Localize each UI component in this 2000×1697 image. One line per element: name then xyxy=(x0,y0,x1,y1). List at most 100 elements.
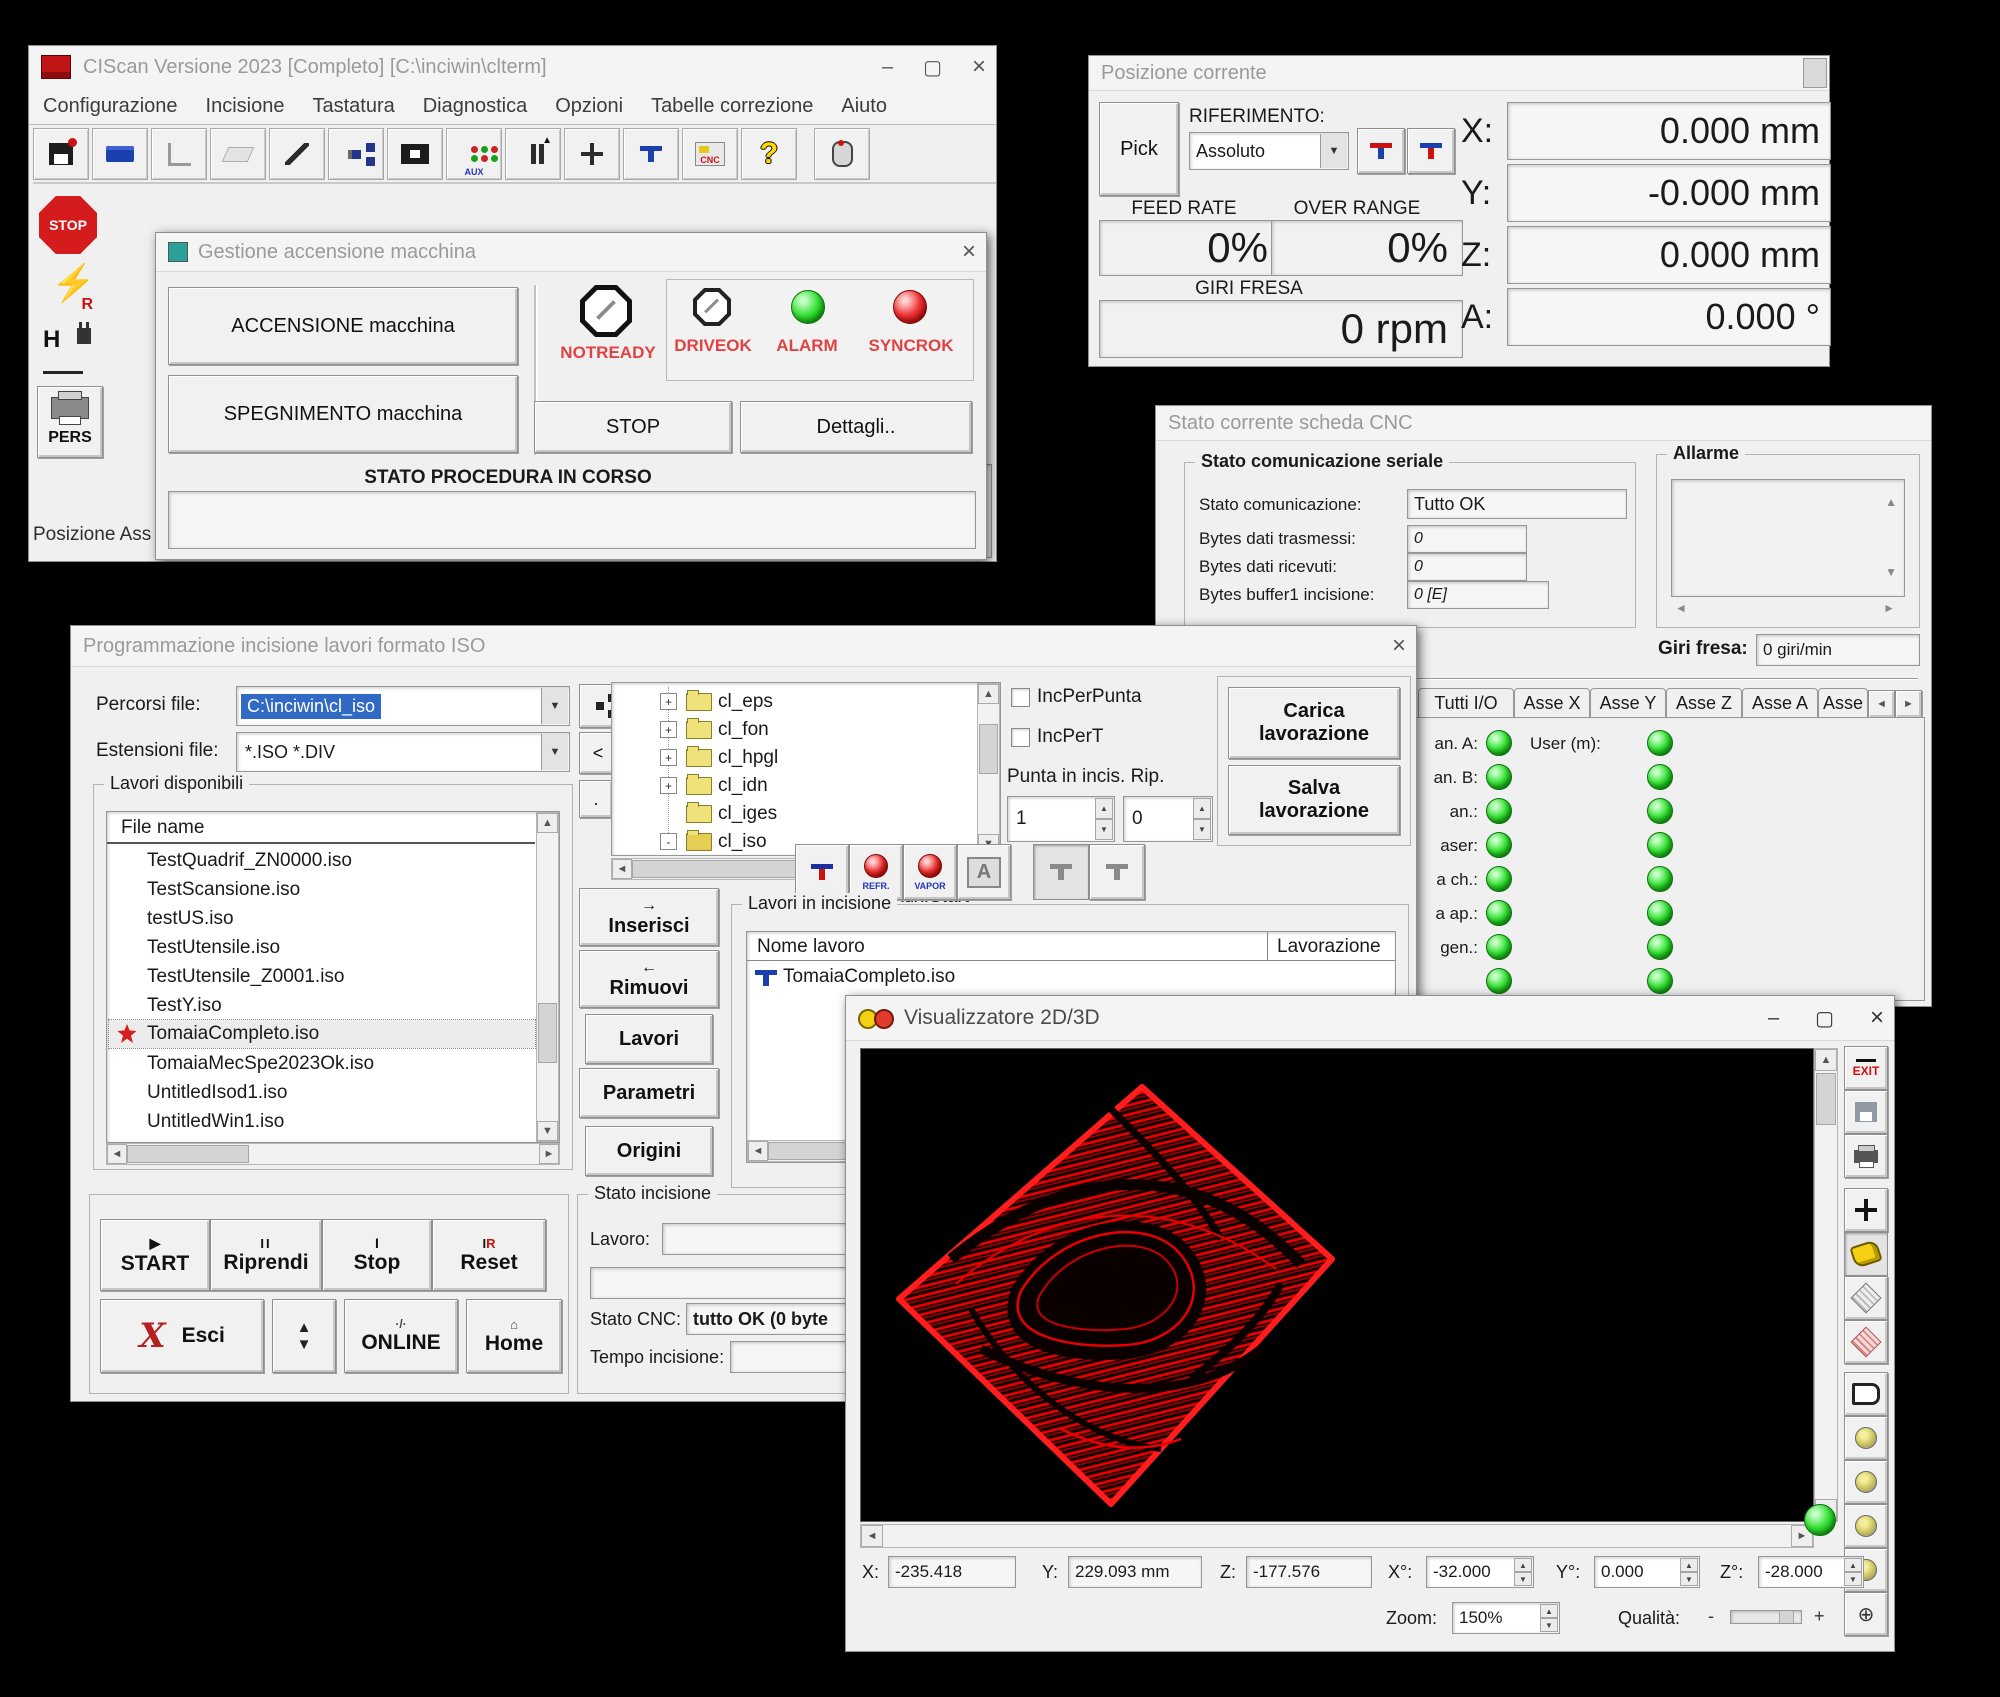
home-axes-button[interactable]: H xyxy=(41,324,95,376)
parametri-button[interactable]: Parametri xyxy=(579,1068,719,1118)
job-row[interactable]: TomaiaCompleto.iso xyxy=(783,966,955,988)
exit-button[interactable]: EXIT xyxy=(1844,1046,1888,1090)
lavori-button[interactable]: Lavori xyxy=(585,1014,713,1064)
tree-collapse-icon[interactable]: - xyxy=(660,833,677,850)
maximize-icon[interactable]: ▢ xyxy=(1815,1006,1834,1031)
online-button[interactable]: ·/· ONLINE xyxy=(344,1299,458,1373)
close-icon[interactable]: × xyxy=(1392,632,1406,660)
incpert-checkbox[interactable] xyxy=(1011,728,1030,747)
spin-up-icon[interactable]: ▲ xyxy=(1514,1558,1532,1572)
menu-tastatura[interactable]: Tastatura xyxy=(312,95,394,118)
probe-edit-button[interactable] xyxy=(269,128,325,180)
quality-slider-track[interactable] xyxy=(1730,1610,1802,1624)
ciscan-titlebar[interactable]: CIScan Versione 2023 [Completo] [C:\inci… xyxy=(29,46,996,89)
help-button[interactable]: ? xyxy=(741,128,797,180)
col-lavorazione[interactable]: Lavorazione xyxy=(1277,936,1381,958)
file-item[interactable]: UntitledIsod1.iso xyxy=(147,1082,287,1104)
scroll-left-icon[interactable]: ◄ xyxy=(612,859,632,879)
maximize-icon[interactable]: ▢ xyxy=(923,55,942,80)
save-config-button[interactable] xyxy=(33,128,89,180)
save-view-button[interactable] xyxy=(1844,1090,1888,1134)
file-item[interactable]: UntitledWin1.iso xyxy=(147,1111,284,1133)
close-icon[interactable]: × xyxy=(1870,1004,1884,1032)
scroll-right-icon[interactable]: ► xyxy=(539,1144,559,1164)
drives-reset-button[interactable]: ⚡ R xyxy=(43,262,95,314)
reset-button[interactable]: IR Reset xyxy=(432,1219,546,1291)
menu-configurazione[interactable]: Configurazione xyxy=(43,95,178,118)
view-preset-button-3[interactable] xyxy=(1844,1504,1888,1548)
tab-asse-a[interactable]: Asse A xyxy=(1742,688,1818,718)
esci-button[interactable]: X Esci xyxy=(100,1299,264,1373)
aux-io-button[interactable]: AUX xyxy=(446,128,502,180)
viewer-titlebar[interactable]: Visualizzatore 2D/3D – ▢ × xyxy=(846,996,1894,1041)
viewer-hscrollbar[interactable]: ◄ ► xyxy=(860,1524,1814,1548)
refr-button[interactable]: REFR. xyxy=(849,844,903,900)
file-item[interactable]: testUS.iso xyxy=(147,908,234,930)
chevron-down-icon[interactable]: ▼ xyxy=(1320,134,1347,168)
file-item[interactable]: TestUtensile_Z0001.iso xyxy=(147,966,345,988)
tree-item[interactable]: cl_hpgl xyxy=(718,747,778,769)
file-item[interactable]: TestUtensile.iso xyxy=(147,937,280,959)
tree-expand-icon[interactable]: + xyxy=(660,749,677,766)
tab-asse-z[interactable]: Asse Z xyxy=(1666,688,1742,718)
scroll-up-icon[interactable]: ▲ xyxy=(978,684,999,704)
wireframe-button[interactable] xyxy=(1844,1276,1888,1320)
tree-item[interactable]: cl_iges xyxy=(718,803,777,825)
quality-minus[interactable]: - xyxy=(1708,1606,1714,1627)
spin-up-icon[interactable]: ▲ xyxy=(1193,798,1211,819)
stop-emergency-button[interactable]: STOP xyxy=(39,196,97,254)
rimuovi-button[interactable]: ←Rimuovi xyxy=(579,950,719,1008)
tool-down-button[interactable] xyxy=(623,128,679,180)
aux-a-button[interactable]: A xyxy=(957,844,1011,900)
pers-print-button[interactable]: PERS xyxy=(37,386,103,458)
tab-tutti-io[interactable]: Tutti I/O xyxy=(1418,688,1514,718)
spin-down-icon[interactable]: ▼ xyxy=(1540,1618,1558,1632)
close-icon[interactable]: × xyxy=(972,53,986,81)
zoom-in-button[interactable]: ⊕ xyxy=(1844,1592,1888,1636)
spin-down-icon[interactable]: ▼ xyxy=(1514,1572,1532,1586)
dettagli-button[interactable]: Dettagli.. xyxy=(740,401,972,453)
view-preset-button-2[interactable] xyxy=(1844,1460,1888,1504)
viewer-vscrollbar[interactable]: ▲ ▼ xyxy=(1814,1048,1838,1522)
allarme-listbox[interactable] xyxy=(1671,479,1905,597)
menu-tabelle-correzione[interactable]: Tabelle correzione xyxy=(651,95,813,118)
dot-button[interactable]: . xyxy=(579,780,613,818)
tree-expand-icon[interactable]: + xyxy=(660,777,677,794)
file-item[interactable]: TomaiaMecSpe2023Ok.iso xyxy=(147,1053,374,1075)
file-item[interactable]: TestY.iso xyxy=(147,995,222,1017)
spin-down-icon[interactable]: ▼ xyxy=(1680,1572,1698,1586)
gestione-titlebar[interactable]: Gestione accensione macchina × xyxy=(156,233,986,272)
vapor-button[interactable]: VAPOR xyxy=(903,844,957,900)
file-item-selected[interactable]: TomaiaCompleto.iso xyxy=(109,1020,535,1048)
vscroll-thumb[interactable] xyxy=(538,1003,557,1063)
spin-down-icon[interactable]: ▼ xyxy=(1193,819,1211,840)
file-item[interactable]: TestScansione.iso xyxy=(147,879,300,901)
rotate-button[interactable] xyxy=(1844,1232,1888,1276)
tool-red-button[interactable] xyxy=(1357,128,1405,174)
jog-button[interactable]: ▲ xyxy=(505,128,561,180)
tab-scroll-left-button[interactable]: ◄ xyxy=(1868,690,1895,718)
minimize-icon[interactable]: – xyxy=(882,56,893,79)
tree-item[interactable]: cl_fon xyxy=(718,719,769,741)
tab-scroll-right-button[interactable]: ► xyxy=(1895,690,1922,718)
tree-item[interactable]: cl_idn xyxy=(718,775,768,797)
spin-up-icon[interactable]: ▲ xyxy=(1095,798,1113,819)
stop-button[interactable]: IStop xyxy=(322,1219,432,1291)
eraser-button[interactable] xyxy=(210,128,266,180)
close-icon[interactable]: × xyxy=(962,238,976,266)
rot-x-spinner[interactable]: -32.000 ▲▼ xyxy=(1426,1556,1534,1588)
pan-button[interactable] xyxy=(1844,1188,1888,1232)
spin-down-icon[interactable]: ▼ xyxy=(1844,1572,1862,1586)
tree-vscrollbar[interactable]: ▲ ▼ xyxy=(977,683,1000,855)
scroll-up-icon[interactable]: ▲ xyxy=(1885,495,1897,509)
home-button[interactable]: ⌂ Home xyxy=(466,1299,562,1373)
minimize-icon[interactable]: – xyxy=(1768,1007,1779,1030)
salva-lavorazione-button[interactable]: Salva lavorazione xyxy=(1228,765,1400,835)
view-preset-button-1[interactable] xyxy=(1844,1416,1888,1460)
quality-slider-thumb[interactable] xyxy=(1779,1610,1794,1624)
tab-asse-more[interactable]: Asse xyxy=(1818,688,1868,718)
quality-plus[interactable]: + xyxy=(1814,1606,1825,1627)
accensione-button[interactable]: ACCENSIONE macchina xyxy=(168,287,518,365)
tool-preset-button-2[interactable] xyxy=(1089,844,1145,900)
scroll-up-icon[interactable]: ▲ xyxy=(537,813,558,833)
